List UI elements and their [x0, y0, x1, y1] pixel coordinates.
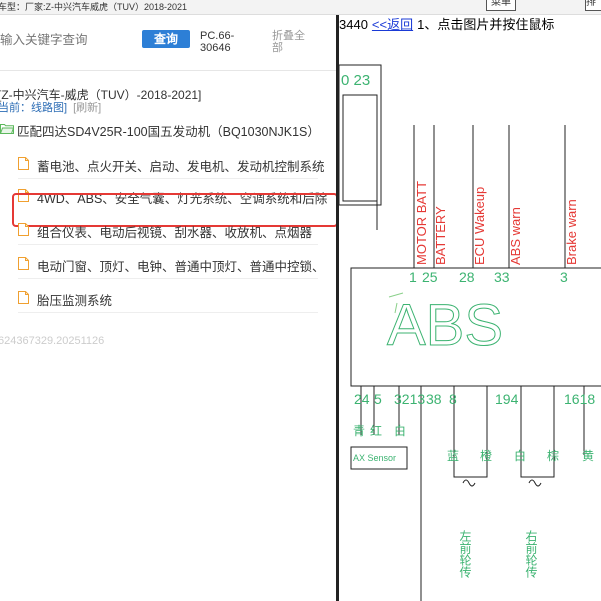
left-panel: 查询 PC.66-30646 折叠全部 [Z-中兴汽车-威虎（TUV）-2018…	[0, 15, 336, 601]
search-row: 查询 PC.66-30646 折叠全部	[0, 21, 336, 61]
wire-color: 橙	[480, 448, 492, 463]
tree-item-label: 胎压监测系统	[37, 294, 113, 308]
wire-color: 青	[353, 424, 365, 438]
wire-label-brake-warn: Brake warn	[564, 199, 579, 265]
row-divider	[18, 278, 318, 279]
right-wheel-sensor-label: 右前轮传	[524, 529, 538, 578]
pin-number: 24	[354, 391, 370, 407]
wire-label-battery: BATTERY	[433, 206, 448, 265]
wire-label-abs-warn: ABS warn	[508, 207, 523, 265]
wire-color: 黄	[582, 449, 594, 463]
tree-item-label: 组合仪表、电动后视镜、刮水器、收放机、点烟器	[37, 226, 313, 240]
row-divider	[18, 178, 318, 179]
row-divider	[18, 244, 318, 245]
search-button[interactable]: 查询	[142, 30, 190, 48]
document-icon	[18, 291, 29, 304]
wiring-diagram[interactable]: 0 23 MOTOR BATT BATTERY ECU Wakeup ABS w…	[339, 35, 601, 601]
engine-label: 匹配四达SD4V25R-100国五发动机（BQ1030NJK1S）	[17, 125, 320, 139]
diagram-header: 3440 <<返回 1、点击图片并按住鼠标	[339, 15, 601, 35]
current-label[interactable]: 当前：线路图]	[0, 102, 67, 114]
pin-number: 1618	[564, 391, 595, 407]
pin-number: 1	[409, 269, 417, 285]
toolbar-button[interactable]: 排	[585, 0, 601, 11]
wire-label-ecu-wakeup: ECU Wakeup	[472, 187, 487, 265]
wire-color: 红	[370, 423, 382, 438]
version-code: 624367329.20251126	[0, 335, 105, 347]
ax-sensor-label: AX Sensor	[353, 453, 396, 463]
collapse-all-button[interactable]: 折叠全部	[272, 30, 312, 54]
pin-number: 5	[374, 391, 382, 407]
top-pin-label: 0 23	[341, 72, 370, 89]
abs-module-label: ABS	[387, 293, 503, 358]
tree-item[interactable]: 胎压监测系统	[0, 283, 336, 313]
pin-number: 28	[459, 269, 475, 285]
pin-number: 8	[449, 391, 457, 407]
current-path: 当前：线路图] [刷新]	[0, 99, 101, 115]
tree-item-label: 蓄电池、点火开关、启动、发电机、发动机控制系统	[37, 160, 325, 174]
instruction-text: 1、点击图片并按住鼠标	[417, 17, 555, 32]
pin-number: 3	[560, 269, 568, 285]
wire-color: 棕	[547, 448, 559, 463]
pin-number: 38	[426, 391, 442, 407]
tree-node-engine[interactable]: 匹配四达SD4V25R-100国五发动机（BQ1030NJK1S）	[0, 119, 336, 141]
menu-button[interactable]: 菜单	[486, 0, 516, 11]
tree-item[interactable]: 组合仪表、电动后视镜、刮水器、收放机、点烟器	[0, 215, 336, 245]
document-icon	[18, 223, 29, 236]
wire-color: 白	[514, 448, 526, 463]
document-icon	[18, 157, 29, 170]
pin-number: 194	[495, 391, 519, 407]
pin-number: 3213	[394, 391, 425, 407]
wire-color: 白	[394, 423, 406, 438]
pc-code: PC.66-30646	[200, 30, 235, 54]
back-link[interactable]: <<返回	[372, 17, 413, 32]
refresh-link[interactable]: [刷新]	[73, 102, 101, 114]
tree-item-label: 电动门窗、顶灯、电钟、普通中顶灯、普通中控锁、	[37, 260, 325, 274]
diagram-panel: 3440 <<返回 1、点击图片并按住鼠标 0 23 MOTOR BATT BA…	[339, 15, 601, 601]
pin-number: 33	[494, 269, 510, 285]
row-divider	[18, 312, 318, 313]
wire-color: 蓝	[447, 449, 459, 463]
top-bar: 车型：厂家:Z-中兴汽车威虎（TUV）2018-2021 菜单 排	[0, 0, 601, 15]
wire-label-motor-batt: MOTOR BATT	[414, 181, 429, 265]
connector-inner	[342, 94, 378, 202]
page-number: 3440	[339, 17, 368, 32]
vehicle-breadcrumb: 车型：厂家:Z-中兴汽车威虎（TUV）2018-2021	[0, 2, 188, 12]
folder-open-icon	[0, 124, 14, 134]
divider	[0, 70, 336, 71]
left-wheel-sensor-label: 左前轮传	[458, 529, 472, 578]
tree-item[interactable]: 电动门窗、顶灯、电钟、普通中顶灯、普通中控锁、	[0, 249, 336, 279]
document-icon	[18, 257, 29, 270]
tree-item[interactable]: 蓄电池、点火开关、启动、发电机、发动机控制系统	[0, 149, 336, 179]
search-input[interactable]	[0, 26, 138, 54]
pin-number: 25	[422, 269, 438, 285]
